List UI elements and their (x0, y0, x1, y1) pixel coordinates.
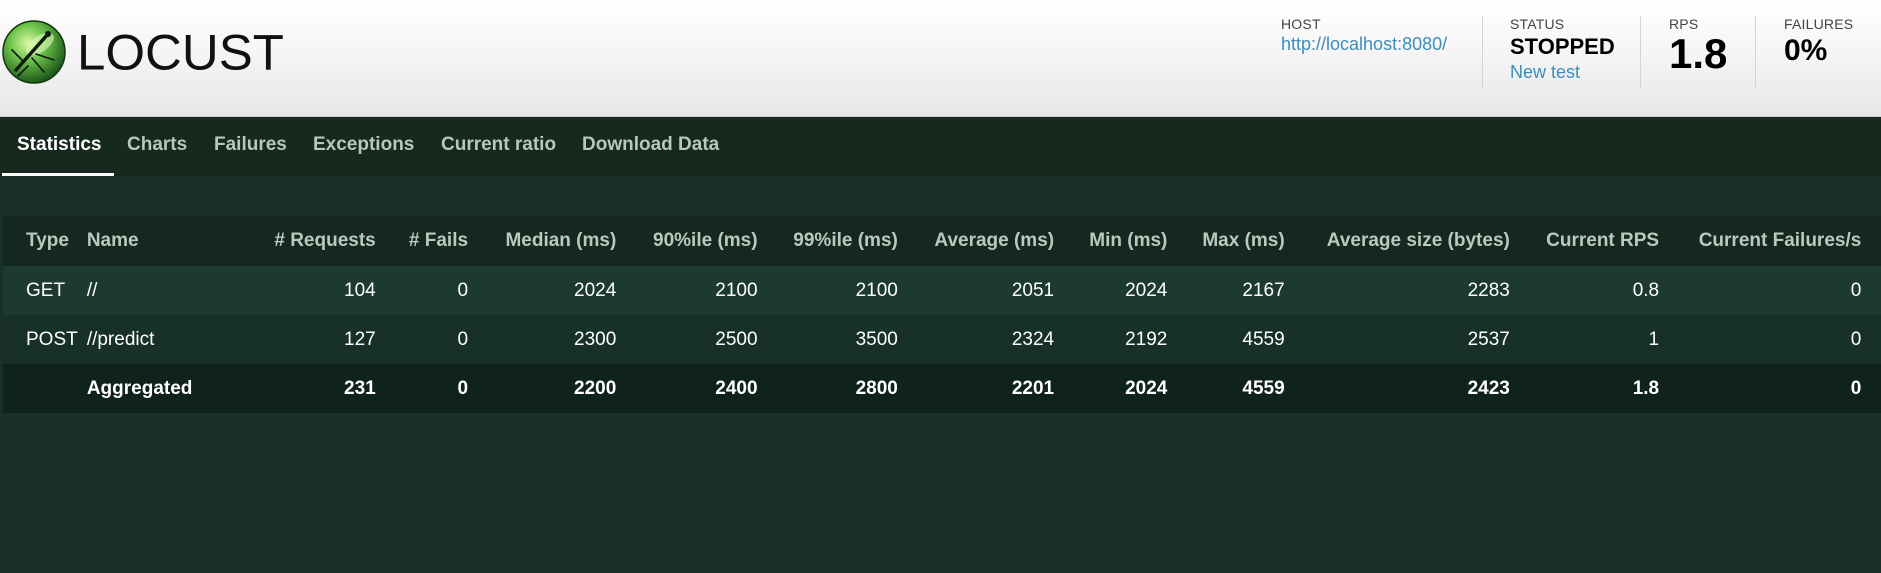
table-header-row: Type Name # Requests # Fails Median (ms)… (3, 216, 1881, 266)
row-spacer (1861, 266, 1881, 315)
cell-fails: 0 (375, 364, 469, 413)
cell-average-size: 2283 (1284, 266, 1510, 315)
cell-current-rps: 1.8 (1509, 364, 1660, 413)
cell-90ile: 2500 (616, 315, 758, 364)
cell-requests: 104 (192, 266, 376, 315)
column-header-requests[interactable]: # Requests (192, 216, 376, 266)
cell-current-rps: 1 (1509, 315, 1660, 364)
cell-name: //predict (86, 315, 193, 364)
host-url-link[interactable]: http://localhost:8080/ (1281, 34, 1447, 55)
host-label: HOST (1281, 16, 1321, 32)
cell-fails: 0 (375, 315, 469, 364)
cell-max: 2167 (1167, 266, 1285, 315)
row-spacer (1861, 315, 1881, 364)
cell-99ile: 3500 (757, 315, 898, 364)
cell-current-failures: 0 (1659, 315, 1862, 364)
locust-logo-icon (2, 20, 66, 84)
cell-min: 2024 (1054, 266, 1168, 315)
new-test-link[interactable]: New test (1510, 62, 1615, 83)
column-header-average-size[interactable]: Average size (bytes) (1284, 216, 1510, 266)
rps-info: RPS 1.8 (1669, 16, 1727, 76)
status-value: STOPPED (1510, 34, 1615, 59)
statistics-table: Type Name # Requests # Fails Median (ms)… (3, 216, 1881, 413)
cell-type (3, 364, 87, 413)
cell-median: 2024 (468, 266, 617, 315)
header-spacer (1861, 216, 1881, 266)
cell-99ile: 2800 (757, 364, 898, 413)
header-divider (1640, 16, 1641, 88)
header-divider (1482, 16, 1483, 88)
locust-logo[interactable]: LOCUST (2, 20, 284, 84)
cell-average: 2051 (897, 266, 1055, 315)
cell-min: 2192 (1054, 315, 1168, 364)
tab-bar: Statistics Charts Failures Exceptions Cu… (0, 117, 1881, 176)
cell-99ile: 2100 (757, 266, 898, 315)
rps-value: 1.8 (1669, 30, 1728, 77)
cell-min: 2024 (1054, 364, 1168, 413)
tab-exceptions[interactable]: Exceptions (313, 117, 414, 176)
cell-requests: 231 (192, 364, 376, 413)
cell-name: // (86, 266, 193, 315)
statistics-panel: Type Name # Requests # Fails Median (ms)… (0, 176, 1881, 573)
cell-current-failures: 0 (1659, 266, 1862, 315)
cell-max: 4559 (1167, 364, 1285, 413)
cell-name: Aggregated (86, 364, 193, 413)
tab-current-ratio[interactable]: Current ratio (441, 117, 556, 176)
column-header-99ile[interactable]: 99%ile (ms) (757, 216, 898, 266)
tab-charts[interactable]: Charts (127, 117, 187, 176)
column-header-min[interactable]: Min (ms) (1054, 216, 1168, 266)
cell-type: GET (3, 266, 87, 315)
status-label: STATUS (1510, 16, 1565, 32)
column-header-current-failures[interactable]: Current Failures/s (1659, 216, 1862, 266)
cell-median: 2300 (468, 315, 617, 364)
row-spacer (1861, 364, 1881, 413)
aggregated-row: Aggregated 231 0 2200 2400 2800 2201 202… (3, 364, 1881, 413)
host-info: HOST http://localhost:8080/ (1281, 16, 1447, 55)
column-header-name[interactable]: Name (86, 216, 193, 266)
cell-average-size: 2423 (1284, 364, 1510, 413)
column-header-max[interactable]: Max (ms) (1167, 216, 1285, 266)
cell-current-rps: 0.8 (1509, 266, 1660, 315)
cell-requests: 127 (192, 315, 376, 364)
cell-90ile: 2400 (616, 364, 758, 413)
tab-statistics[interactable]: Statistics (2, 117, 115, 176)
cell-average: 2201 (897, 364, 1055, 413)
cell-current-failures: 0 (1659, 364, 1862, 413)
column-header-average[interactable]: Average (ms) (897, 216, 1055, 266)
cell-average-size: 2537 (1284, 315, 1510, 364)
failures-value: 0% (1784, 34, 1828, 67)
column-header-type[interactable]: Type (3, 216, 87, 266)
column-header-current-rps[interactable]: Current RPS (1509, 216, 1660, 266)
cell-90ile: 2100 (616, 266, 758, 315)
column-header-median[interactable]: Median (ms) (468, 216, 617, 266)
failures-info: FAILURES 0% (1784, 16, 1853, 68)
column-header-fails[interactable]: # Fails (375, 216, 469, 266)
tab-failures[interactable]: Failures (214, 117, 287, 176)
table-row: GET // 104 0 2024 2100 2100 2051 2024 21… (3, 266, 1881, 315)
brand-name: LOCUST (77, 24, 284, 80)
page-header: LOCUST HOST http://localhost:8080/ STATU… (0, 0, 1881, 117)
header-divider (1755, 16, 1756, 88)
cell-type: POST (3, 315, 87, 364)
cell-average: 2324 (897, 315, 1055, 364)
cell-fails: 0 (375, 266, 469, 315)
cell-max: 4559 (1167, 315, 1285, 364)
failures-label: FAILURES (1784, 16, 1854, 32)
status-info: STATUS STOPPED New test (1510, 16, 1615, 83)
cell-median: 2200 (468, 364, 617, 413)
column-header-90ile[interactable]: 90%ile (ms) (616, 216, 758, 266)
table-row: POST //predict 127 0 2300 2500 3500 2324… (3, 315, 1881, 364)
tab-download-data[interactable]: Download Data (582, 117, 719, 176)
